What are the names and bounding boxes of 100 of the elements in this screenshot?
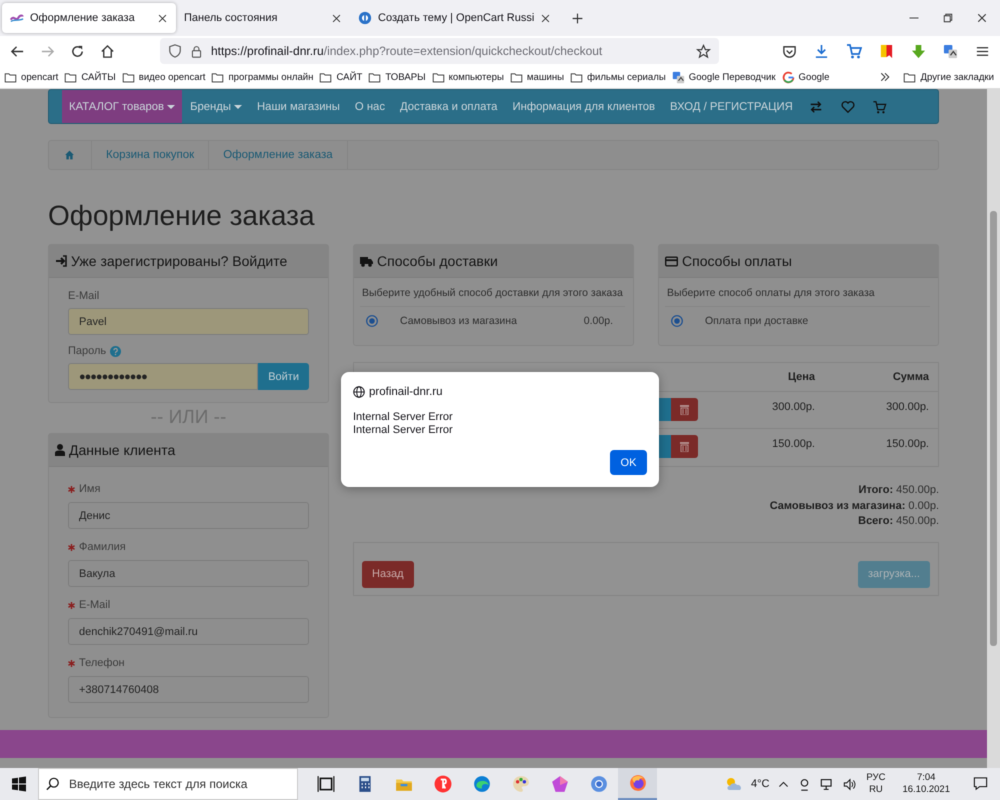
lock-icon[interactable] xyxy=(190,44,203,58)
reload-icon[interactable] xyxy=(70,44,85,58)
remove-button[interactable] xyxy=(671,398,698,421)
folder-icon xyxy=(570,70,584,84)
bookmark[interactable]: фильмы сериалы xyxy=(570,70,666,84)
flag-icon[interactable] xyxy=(879,44,894,58)
globe-icon xyxy=(353,386,365,398)
back-button[interactable]: Назад xyxy=(362,560,414,588)
folder-icon xyxy=(122,70,135,84)
browser-tab[interactable]: Оформление заказа xyxy=(2,3,176,33)
column-header: Сумма xyxy=(892,371,929,383)
bookmark[interactable]: Google Переводчик xyxy=(672,70,776,84)
heart-icon[interactable] xyxy=(840,100,856,114)
menu-item[interactable]: О нас xyxy=(348,90,392,123)
gem-icon[interactable] xyxy=(550,775,568,793)
column-header: Цена xyxy=(786,371,815,383)
bookmark[interactable]: Google xyxy=(782,70,830,84)
radio-button[interactable] xyxy=(366,315,378,327)
windows-icon[interactable] xyxy=(11,776,27,792)
table-cell-text: 300.00р. xyxy=(885,400,929,413)
bookmark[interactable]: программы онлайн xyxy=(211,70,314,84)
bookmark[interactable]: opencart xyxy=(4,70,58,84)
cart-icon[interactable] xyxy=(872,100,887,114)
menu-item[interactable]: Доставка и оплата xyxy=(393,90,504,123)
home-icon[interactable] xyxy=(100,44,115,58)
field-label: Телефон xyxy=(79,657,125,670)
bookmark[interactable]: компьютеры xyxy=(432,70,504,84)
download-arrow-icon[interactable] xyxy=(911,44,926,58)
total-line: Самовывоз из магазина: 0.00р. xyxy=(770,498,939,514)
menu-item[interactable]: Наши магазины xyxy=(250,90,347,123)
close-icon[interactable] xyxy=(540,12,552,24)
credit-card-icon xyxy=(665,256,678,266)
folder-icon xyxy=(432,70,445,84)
text-field[interactable]: denchik270491@mail.ru xyxy=(68,618,309,645)
table-cell-text: 150.00р. xyxy=(885,437,929,450)
browser-tab[interactable]: Панель состояния xyxy=(176,3,350,33)
folder-icon xyxy=(903,70,916,84)
restore-icon[interactable] xyxy=(942,12,954,24)
language-indicator[interactable]: РУС RU xyxy=(866,772,886,796)
dialog-message: Internal Server Error xyxy=(353,411,454,424)
pocket-icon[interactable] xyxy=(782,44,797,58)
panel-heading: Данные клиента xyxy=(69,442,176,458)
menu-item[interactable]: Бренды xyxy=(183,90,249,123)
text-field[interactable]: Вакула xyxy=(68,560,309,587)
text-field[interactable]: Денис xyxy=(68,502,309,529)
plus-icon[interactable] xyxy=(571,12,584,24)
clock[interactable]: 7:04 16.10.2021 xyxy=(902,772,950,796)
notifications-icon[interactable] xyxy=(973,777,988,791)
back-icon[interactable] xyxy=(10,44,25,58)
trash-icon xyxy=(680,442,689,452)
search-field[interactable]: Введите здесь текст для поиска xyxy=(38,768,298,800)
folder-icon xyxy=(510,70,523,84)
menu-item[interactable]: КАТАЛОГ товаров xyxy=(62,90,182,123)
remove-button[interactable] xyxy=(671,435,698,458)
dialog-origin: profinail-dnr.ru xyxy=(369,386,443,398)
user-icon xyxy=(55,444,65,456)
palette-icon[interactable] xyxy=(512,775,530,793)
menu-item[interactable]: ВХОД / РЕГИСТРАЦИЯ xyxy=(663,90,800,123)
folder-icon xyxy=(211,70,224,84)
table-cell-text: 150.00р. xyxy=(771,437,815,450)
ok-button[interactable]: OK xyxy=(610,450,647,475)
total-line: Всего: 450.00р. xyxy=(858,514,939,529)
scrollbar[interactable] xyxy=(987,89,1000,768)
close-icon[interactable] xyxy=(157,12,168,24)
page-title: Оформление заказа xyxy=(48,200,316,232)
dialog-message: Internal Server Error xyxy=(353,424,454,437)
panel-heading: Способы доставки xyxy=(377,253,498,269)
bookmark[interactable]: ТОВАРЫ xyxy=(368,70,426,84)
chevrons-icon[interactable] xyxy=(879,71,892,83)
trash-icon xyxy=(680,404,689,414)
bookmark[interactable]: видео opencart xyxy=(122,70,206,84)
bookmark[interactable]: САЙТЫ xyxy=(64,70,116,84)
password-field[interactable]: ●●●●●●●●●●●● xyxy=(68,363,258,390)
menu-item[interactable]: Информация для клиентов xyxy=(505,90,662,123)
temperature-text[interactable]: 4°C xyxy=(750,778,770,790)
close-icon[interactable] xyxy=(976,12,988,24)
shield-icon[interactable] xyxy=(168,44,182,58)
star-icon[interactable] xyxy=(696,44,711,58)
folder-icon xyxy=(368,70,382,84)
hint-text: Выберите способ оплаты для этого заказа xyxy=(665,278,930,307)
option-label: Оплата при доставке xyxy=(705,315,810,327)
field-label: E-Mail xyxy=(79,599,110,612)
speaker-icon[interactable] xyxy=(843,778,858,790)
translate-icon[interactable] xyxy=(943,44,958,58)
field-label: Пароль xyxy=(68,345,106,358)
cart-icon[interactable] xyxy=(846,43,862,59)
radio-button[interactable] xyxy=(671,315,683,327)
folder-icon xyxy=(4,70,17,84)
text-field[interactable]: +380714760408 xyxy=(68,676,309,703)
sign-in-icon xyxy=(55,255,67,267)
download-icon[interactable] xyxy=(814,44,829,58)
bookmark[interactable]: САЙТ xyxy=(319,70,362,84)
task-view-icon[interactable] xyxy=(316,775,334,793)
address-bar[interactable]: https://profinail-dnr.ru/index.php?route=extension/quickcheckout/checkout xyxy=(160,38,719,64)
bookmark[interactable]: машины xyxy=(510,70,564,84)
hint-text: Выберите удобный способ доставки для этого заказа xyxy=(360,278,625,307)
bookmark[interactable]: Другие закладки xyxy=(903,70,994,84)
close-icon[interactable] xyxy=(331,12,342,24)
email-field[interactable]: Pavel xyxy=(68,308,309,335)
browser-tab[interactable]: Создать тему | OpenCart Russi xyxy=(350,3,560,33)
